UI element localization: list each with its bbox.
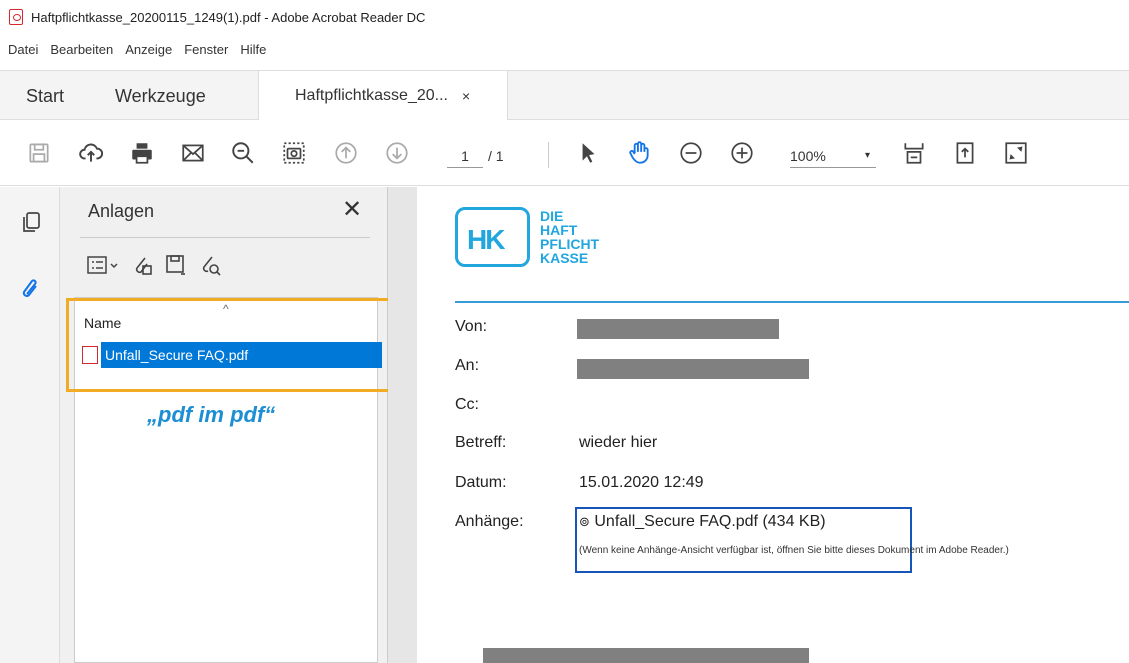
title-bar: Haftpflichtkasse_20200115_1249(1).pdf - … [0,0,1129,34]
menu-bearbeiten[interactable]: Bearbeiten [50,42,113,57]
logo-line: HAFT [540,222,578,238]
attachment-link[interactable]: ⊚ Unfall_Secure FAQ.pdf (434 KB) [579,513,826,531]
label-cc: Cc: [455,396,479,413]
zoom-value: 100% [790,148,826,164]
header-rule [455,301,1129,303]
redacted-field [483,648,809,663]
find-icon[interactable] [228,138,258,168]
panel-toolbar [86,253,222,282]
panel-title: Anlagen [88,201,155,221]
logo-line: PFLICHT [540,236,600,252]
hand-tool-icon[interactable] [624,138,654,168]
snapshot-icon[interactable] [279,138,309,168]
select-cursor-icon[interactable] [573,138,603,168]
save-attachment-icon[interactable] [164,253,188,282]
toolbar: 1 / 1 100% ▾ [0,120,1129,186]
tab-document-label: Haftpflichtkasse_20... [295,87,448,104]
company-logo: HK DIE HAFT PFLICHT KASSE [455,207,599,267]
label-to: An: [455,357,480,374]
save-icon[interactable] [24,138,54,168]
logo-mark: HK [455,207,530,267]
left-navigation-rail [0,187,60,663]
tab-document[interactable]: Haftpflichtkasse_20... × [258,71,508,121]
highlight-box-orange [66,298,392,392]
page-number-input[interactable]: 1 [447,144,483,168]
window-title: Haftpflichtkasse_20200115_1249(1).pdf - … [31,9,426,25]
attachment-link-text: Unfall_Secure FAQ.pdf (434 KB) [594,513,826,530]
tab-close-icon[interactable]: × [462,88,470,104]
pages-icon[interactable] [20,211,42,240]
add-attachment-icon[interactable] [130,253,154,282]
redacted-field [577,359,809,379]
paperclip-icon: ⊚ [579,514,590,529]
tab-bar: Start Werkzeuge Haftpflichtkasse_20... × [0,70,1129,121]
cloud-upload-icon[interactable] [76,138,106,168]
attachment-note: (Wenn keine Anhänge-Ansicht verfügbar is… [579,545,1009,556]
menu-anzeige[interactable]: Anzeige [125,42,172,57]
search-attachment-icon[interactable] [198,253,222,282]
menu-datei[interactable]: Datei [8,42,38,57]
panel-close-icon[interactable]: ✕ [342,195,362,224]
chevron-down-icon: ▾ [864,150,870,161]
label-subject: Betreff: [455,434,507,451]
subject-value: wieder hier [579,434,658,451]
fit-page-icon[interactable] [899,138,929,168]
page-down-icon[interactable] [382,138,412,168]
zoom-out-icon[interactable] [676,138,706,168]
panel-divider [80,237,370,238]
zoom-in-icon[interactable] [727,138,757,168]
logo-line: KASSE [540,250,589,266]
options-menu-icon[interactable] [86,253,120,282]
annotation-caption: „pdf im pdf“ [147,402,276,427]
tab-tools[interactable]: Werkzeuge [115,71,206,121]
logo-text: DIE HAFT PFLICHT KASSE [540,209,599,265]
logo-line: DIE [540,208,564,224]
label-attachments: Anhänge: [455,513,524,530]
mail-icon[interactable] [178,138,208,168]
toolbar-separator [548,142,549,168]
rotate-page-icon[interactable] [950,138,980,168]
zoom-select[interactable]: 100% ▾ [790,144,876,168]
page-total: / 1 [488,148,504,164]
print-icon[interactable] [127,138,157,168]
label-from: Von: [455,318,488,335]
menu-fenster[interactable]: Fenster [184,42,228,57]
logo-mark-text: HK [467,224,505,255]
attachment-paperclip-icon[interactable] [20,277,42,308]
pdf-app-icon [9,9,23,25]
date-value: 15.01.2020 12:49 [579,474,704,491]
fullscreen-icon[interactable] [1001,138,1031,168]
page-up-icon[interactable] [331,138,361,168]
redacted-field [577,319,779,339]
tab-start[interactable]: Start [26,71,64,121]
menu-bar: Datei Bearbeiten Anzeige Fenster Hilfe [0,34,1129,64]
menu-hilfe[interactable]: Hilfe [240,42,266,57]
label-date: Datum: [455,474,507,491]
